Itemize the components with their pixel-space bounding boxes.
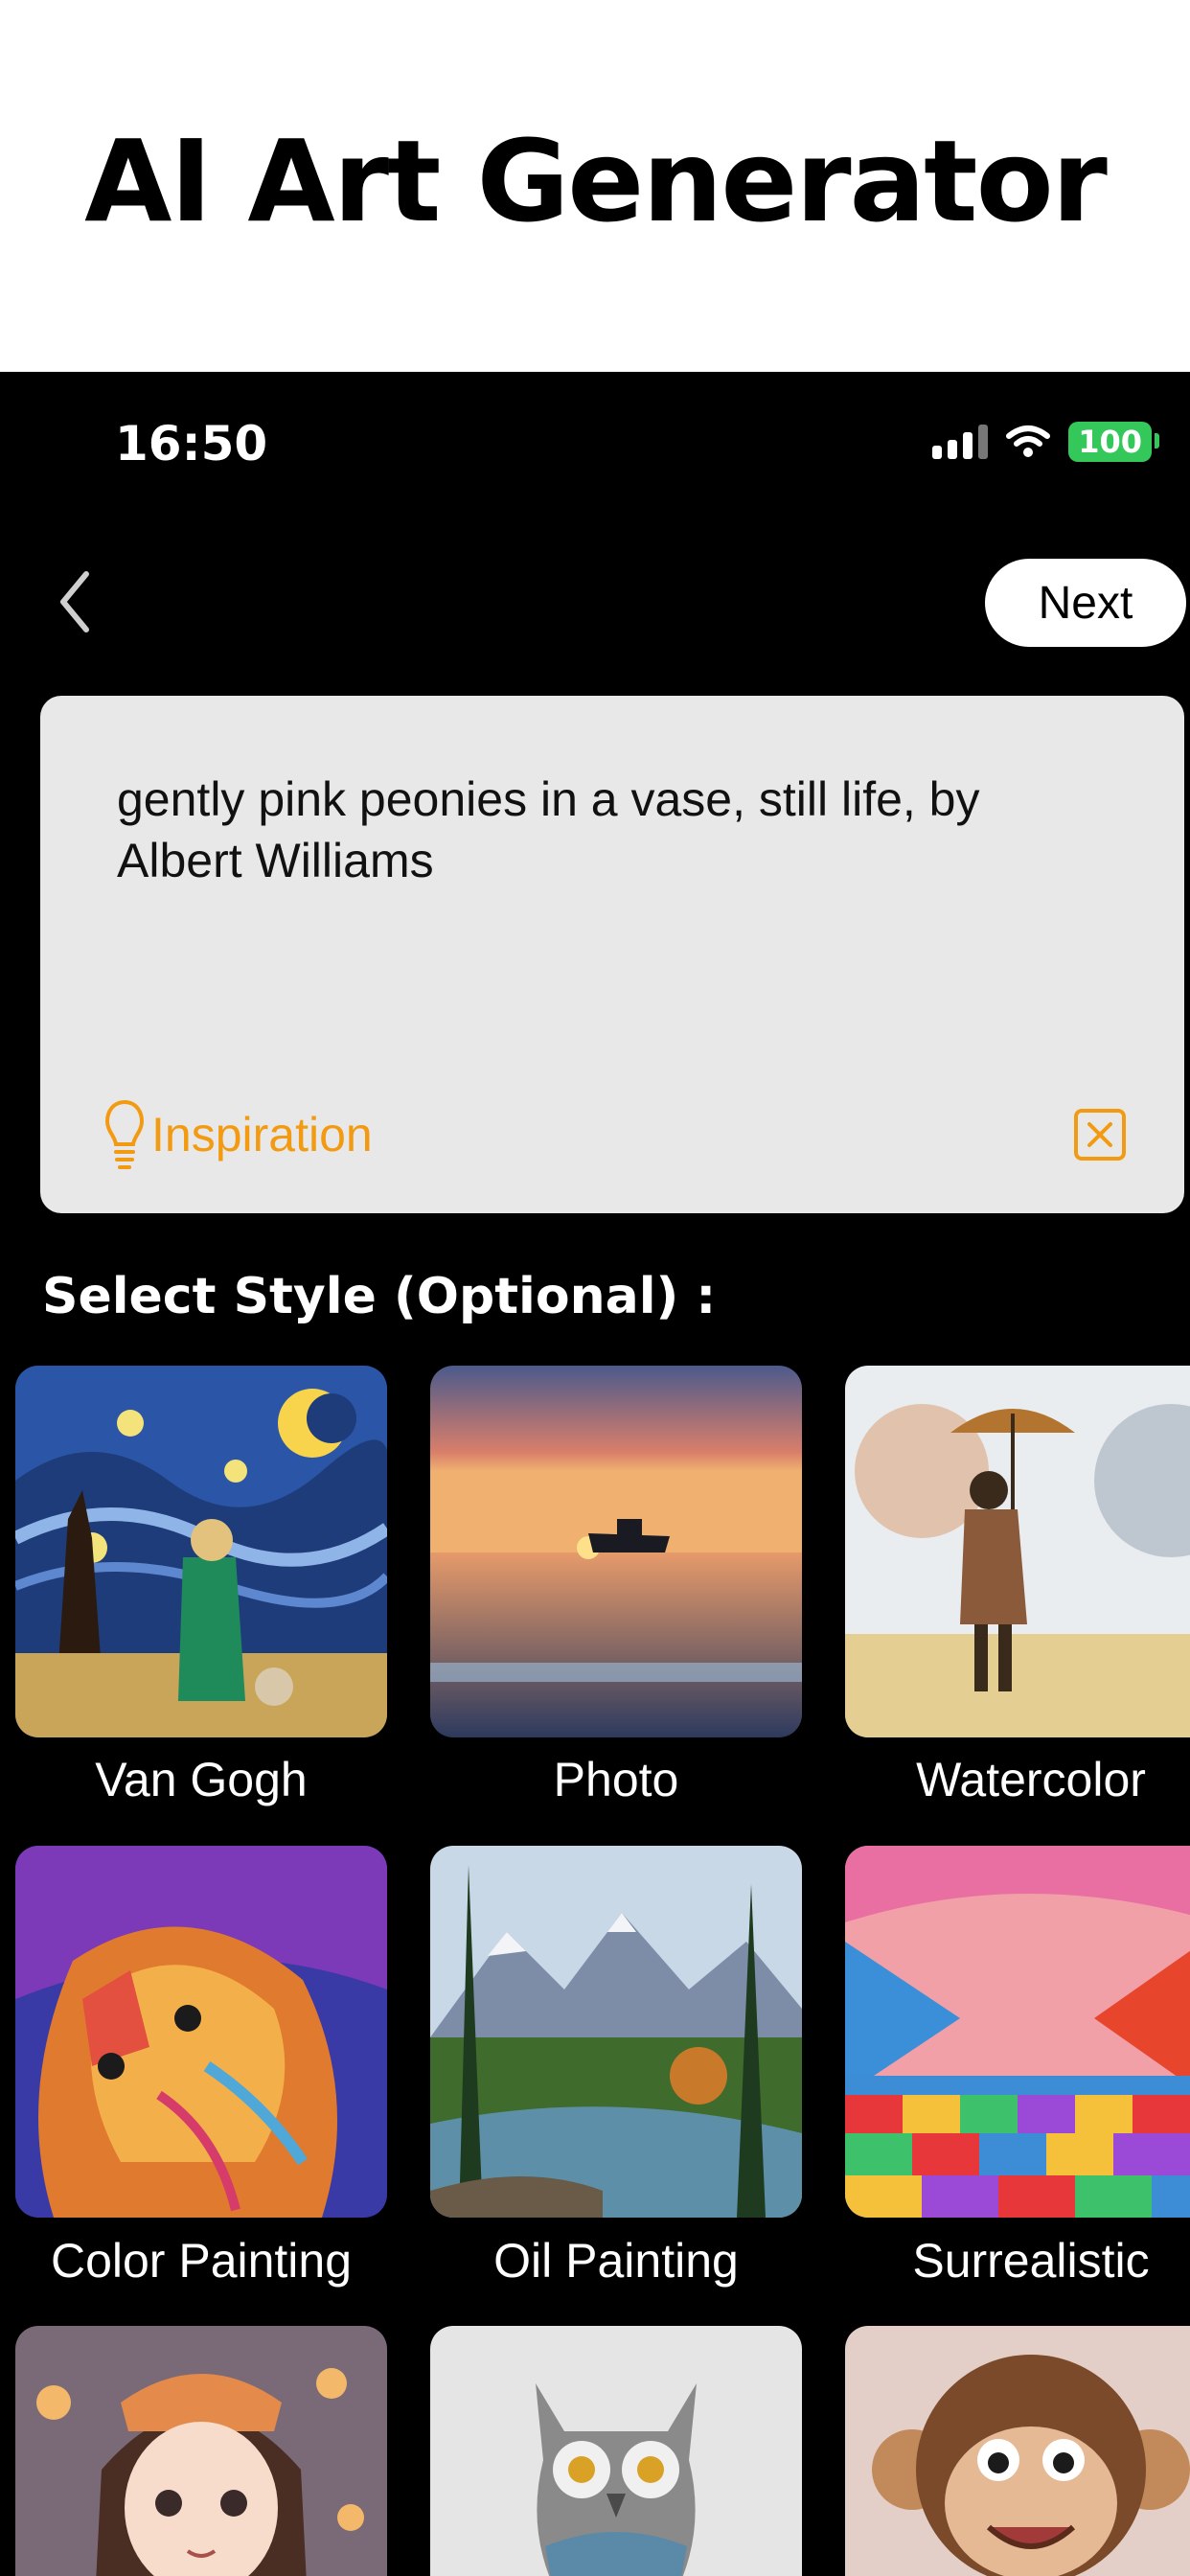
style-thumbnail-surrealistic[interactable] [845,1846,1190,2218]
next-button[interactable]: Next [985,559,1186,647]
inspiration-label: Inspiration [151,1108,373,1162]
style-thumbnail-color-painting[interactable] [15,1846,387,2218]
status-time: 16:50 [115,416,268,472]
style-thumbnail-cartoon[interactable] [845,2326,1190,2576]
page-title: AI Art Generator [84,115,1108,247]
style-thumbnail-oil-painting[interactable] [430,1846,802,2218]
style-label: Color Painting [50,2234,353,2288]
style-label: Oil Painting [493,2234,739,2288]
style-thumbnail-anime[interactable] [15,2326,387,2576]
style-thumbnail-watercolor[interactable] [845,1366,1190,1737]
style-label: Surrealistic [912,2234,1150,2288]
style-thumbnail-photo[interactable] [430,1366,802,1737]
status-icons: 100 [932,422,1159,462]
style-label: Photo [553,1753,679,1806]
style-label: Van Gogh [95,1753,308,1806]
clear-text-icon[interactable] [1073,1108,1127,1162]
battery-icon: 100 [1068,422,1159,462]
prompt-input[interactable]: gently pink peonies in a vase, still lif… [40,696,1184,1213]
inspiration-button[interactable]: Inspiration [103,1098,373,1171]
lightbulb-icon [104,1099,145,1169]
wifi-icon [1006,426,1051,457]
phone-screen: 16:50 100 Next gently pink peonies in a … [0,372,1190,2576]
prompt-text[interactable]: gently pink peonies in a vase, still lif… [117,769,1113,891]
style-thumbnail-van-gogh[interactable] [15,1366,387,1737]
style-thumbnail-sketch[interactable] [430,2326,802,2576]
style-label: Watercolor [916,1753,1146,1806]
cellular-signal-icon [932,425,989,459]
back-chevron-icon[interactable] [56,568,94,635]
style-section-heading: Select Style (Optional) : [42,1268,717,1325]
